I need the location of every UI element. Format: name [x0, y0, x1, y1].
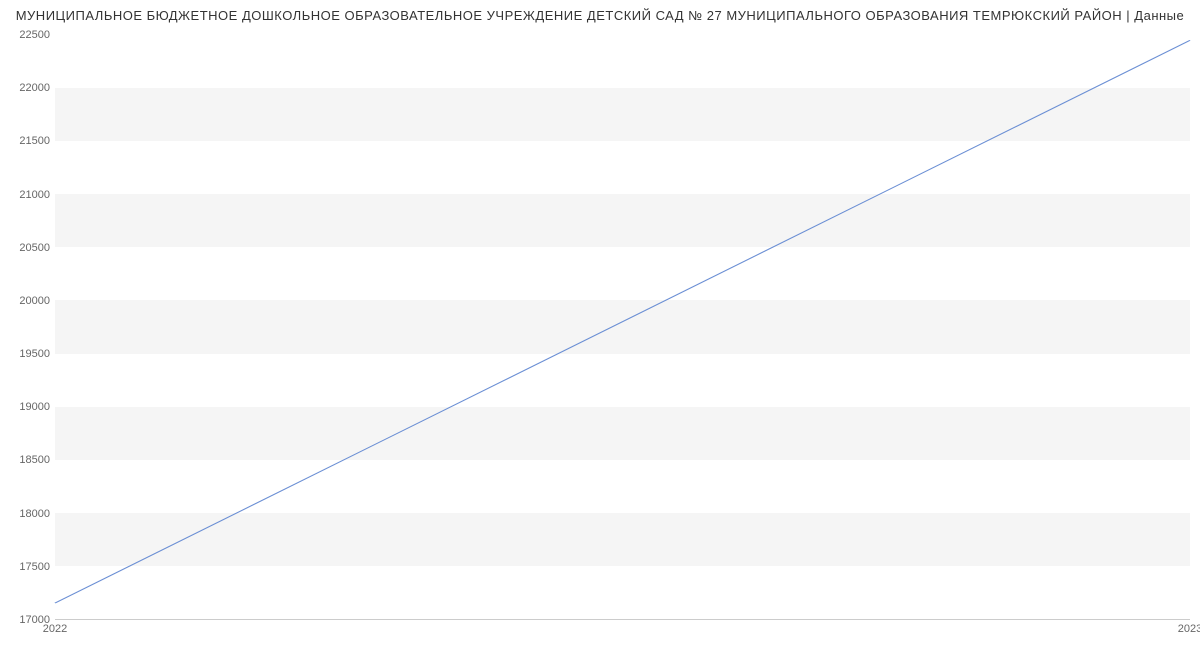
x-tick-label: 2022 [43, 623, 67, 635]
y-tick-label: 20500 [10, 242, 50, 254]
y-tick-label: 20000 [10, 295, 50, 307]
y-tick-label: 22000 [10, 82, 50, 94]
x-tick-label: 2023 [1178, 623, 1200, 635]
y-tick-label: 17500 [10, 561, 50, 573]
x-axis: 20222023 [55, 620, 1190, 640]
plot-area [55, 35, 1190, 620]
y-tick-label: 18500 [10, 454, 50, 466]
y-tick-label: 21000 [10, 189, 50, 201]
y-tick-label: 19500 [10, 348, 50, 360]
y-tick-label: 18000 [10, 508, 50, 520]
data-line [55, 40, 1190, 603]
chart-container: 1700017500180001850019000195002000020500… [55, 35, 1190, 620]
chart-title: МУНИЦИПАЛЬНОЕ БЮДЖЕТНОЕ ДОШКОЛЬНОЕ ОБРАЗ… [0, 0, 1200, 27]
line-chart-svg [55, 35, 1190, 619]
y-axis: 1700017500180001850019000195002000020500… [10, 35, 50, 620]
y-tick-label: 19000 [10, 401, 50, 413]
y-tick-label: 22500 [10, 29, 50, 41]
y-tick-label: 21500 [10, 135, 50, 147]
